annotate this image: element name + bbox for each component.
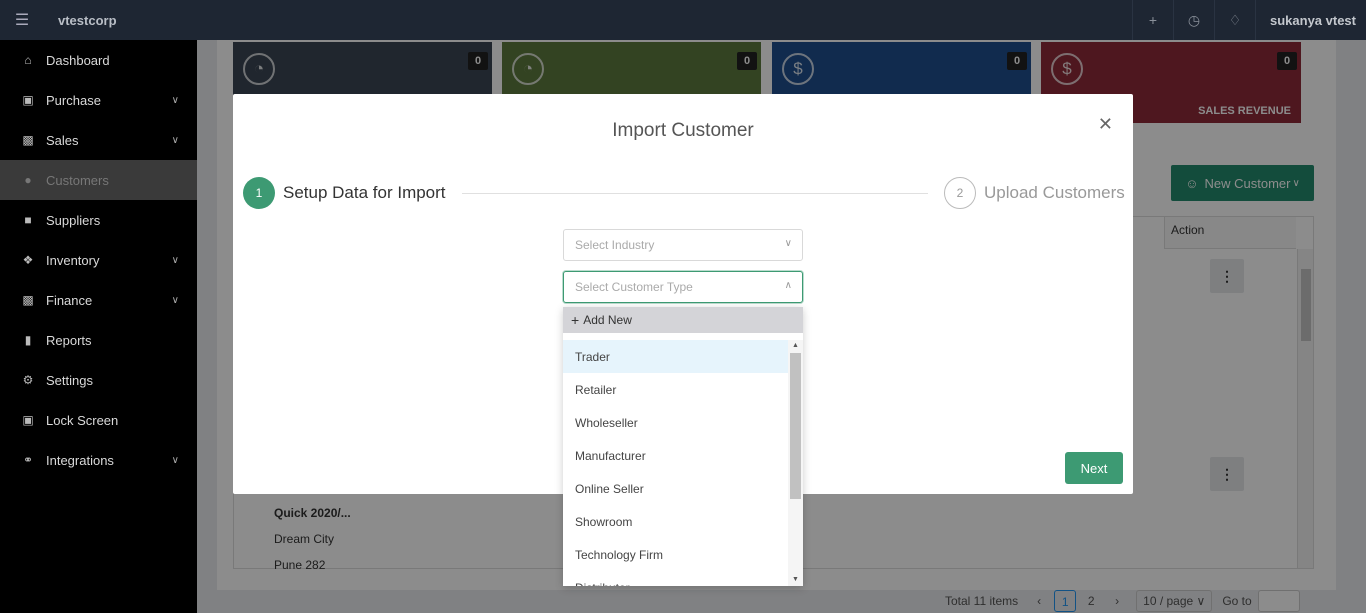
top-bar: ☰ vtestcorp + ◷ ♢ sukanya vtest: [0, 0, 1366, 40]
gears-icon: ⚙: [22, 373, 34, 387]
sidebar-item-purchase[interactable]: ▣ Purchase ∨: [0, 80, 197, 120]
next-button[interactable]: Next: [1065, 452, 1123, 484]
scroll-up-icon[interactable]: ▲: [788, 340, 803, 352]
scroll-down-icon[interactable]: ▼: [788, 574, 803, 586]
sidebar-item-label: Integrations: [46, 452, 114, 468]
chevron-down-icon: ∨: [171, 454, 179, 466]
step-number: 1: [243, 177, 275, 209]
sidebar-item-inventory[interactable]: ❖ Inventory ∨: [0, 240, 197, 280]
chevron-up-icon: ∧: [784, 280, 792, 291]
step-setup-data: 1 Setup Data for Import: [243, 177, 446, 209]
sidebar-item-label: Finance: [46, 292, 93, 308]
lock-icon: ▣: [22, 413, 34, 427]
option-showroom[interactable]: Showroom: [563, 505, 788, 538]
sidebar-item-label: Reports: [46, 332, 92, 348]
chevron-down-icon: ∨: [784, 238, 792, 249]
sidebar-item-label: Suppliers: [46, 212, 101, 228]
sidebar-item-lock-screen[interactable]: ▣ Lock Screen: [0, 400, 197, 440]
cart-icon: ▣: [22, 93, 34, 107]
customer-type-dropdown: + Add New Trader Retailer Wholeseller Ma…: [563, 307, 803, 586]
truck-icon: ■: [24, 213, 32, 227]
finance-icon: ▩: [22, 293, 34, 307]
option-online-seller[interactable]: Online Seller: [563, 472, 788, 505]
industry-placeholder: Select Industry: [575, 238, 655, 252]
step-label: Upload Customers: [984, 183, 1125, 202]
sidebar-item-label: Customers: [46, 172, 109, 188]
step-divider: [462, 193, 928, 194]
sidebar-item-label: Purchase: [46, 92, 101, 108]
sidebar-item-label: Sales: [46, 132, 79, 148]
option-technology-firm[interactable]: Technology Firm: [563, 538, 788, 571]
scroll-thumb[interactable]: [790, 353, 801, 499]
option-manufacturer[interactable]: Manufacturer: [563, 439, 788, 472]
step-label: Setup Data for Import: [283, 183, 446, 202]
sidebar-item-dashboard[interactable]: ⌂ Dashboard: [0, 40, 197, 80]
option-list: Trader Retailer Wholeseller Manufacturer…: [563, 340, 788, 586]
step-upload-customers: 2 Upload Customers: [944, 177, 1125, 209]
money-icon: ▩: [22, 133, 34, 147]
sidebar-item-label: Inventory: [46, 252, 100, 268]
customer-type-select[interactable]: Select Customer Type ∧: [563, 271, 803, 303]
chevron-down-icon: ∨: [171, 94, 179, 106]
sidebar-item-integrations[interactable]: ⚭ Integrations ∨: [0, 440, 197, 480]
option-trader[interactable]: Trader: [563, 340, 788, 373]
plus-icon: +: [571, 312, 580, 328]
step-number: 2: [944, 177, 976, 209]
plug-icon: ⚭: [22, 453, 34, 467]
chevron-down-icon: ∨: [171, 294, 179, 306]
plus-icon[interactable]: +: [1132, 0, 1173, 40]
home-icon: ⌂: [24, 53, 32, 67]
dropdown-scrollbar[interactable]: ▲ ▼: [788, 340, 803, 586]
user-icon: ●: [24, 173, 32, 187]
sidebar: ⌂ Dashboard ▣ Purchase ∨ ▩ Sales ∨ ● Customers…: [0, 40, 197, 613]
clock-icon[interactable]: ◷: [1173, 0, 1214, 40]
sidebar-item-sales[interactable]: ▩ Sales ∨: [0, 120, 197, 160]
add-new-label: Add New: [583, 313, 632, 327]
sidebar-item-settings[interactable]: ⚙ Settings: [0, 360, 197, 400]
bell-icon[interactable]: ♢: [1214, 0, 1255, 40]
industry-select[interactable]: Select Industry ∨: [563, 229, 803, 261]
sidebar-item-label: Settings: [46, 372, 93, 388]
option-retailer[interactable]: Retailer: [563, 373, 788, 406]
close-icon[interactable]: ✕: [1098, 114, 1113, 135]
bar-chart-icon: ▮: [24, 333, 32, 347]
option-distributor[interactable]: Distributor: [563, 571, 788, 587]
chevron-down-icon: ∨: [171, 134, 179, 146]
modal-title: Import Customer: [612, 120, 754, 141]
boxes-icon: ❖: [22, 253, 34, 267]
option-wholeseller[interactable]: Wholeseller: [563, 406, 788, 439]
sidebar-item-label: Dashboard: [46, 52, 110, 68]
sidebar-item-suppliers[interactable]: ■ Suppliers: [0, 200, 197, 240]
user-menu[interactable]: sukanya vtest: [1255, 0, 1366, 40]
sidebar-item-finance[interactable]: ▩ Finance ∨: [0, 280, 197, 320]
sidebar-item-customers[interactable]: ● Customers: [0, 160, 197, 200]
sidebar-item-label: Lock Screen: [46, 412, 119, 428]
chevron-down-icon: ∨: [171, 254, 179, 266]
sidebar-item-reports[interactable]: ▮ Reports: [0, 320, 197, 360]
customer-type-placeholder: Select Customer Type: [575, 280, 693, 294]
add-new-option[interactable]: + Add New: [563, 307, 803, 333]
